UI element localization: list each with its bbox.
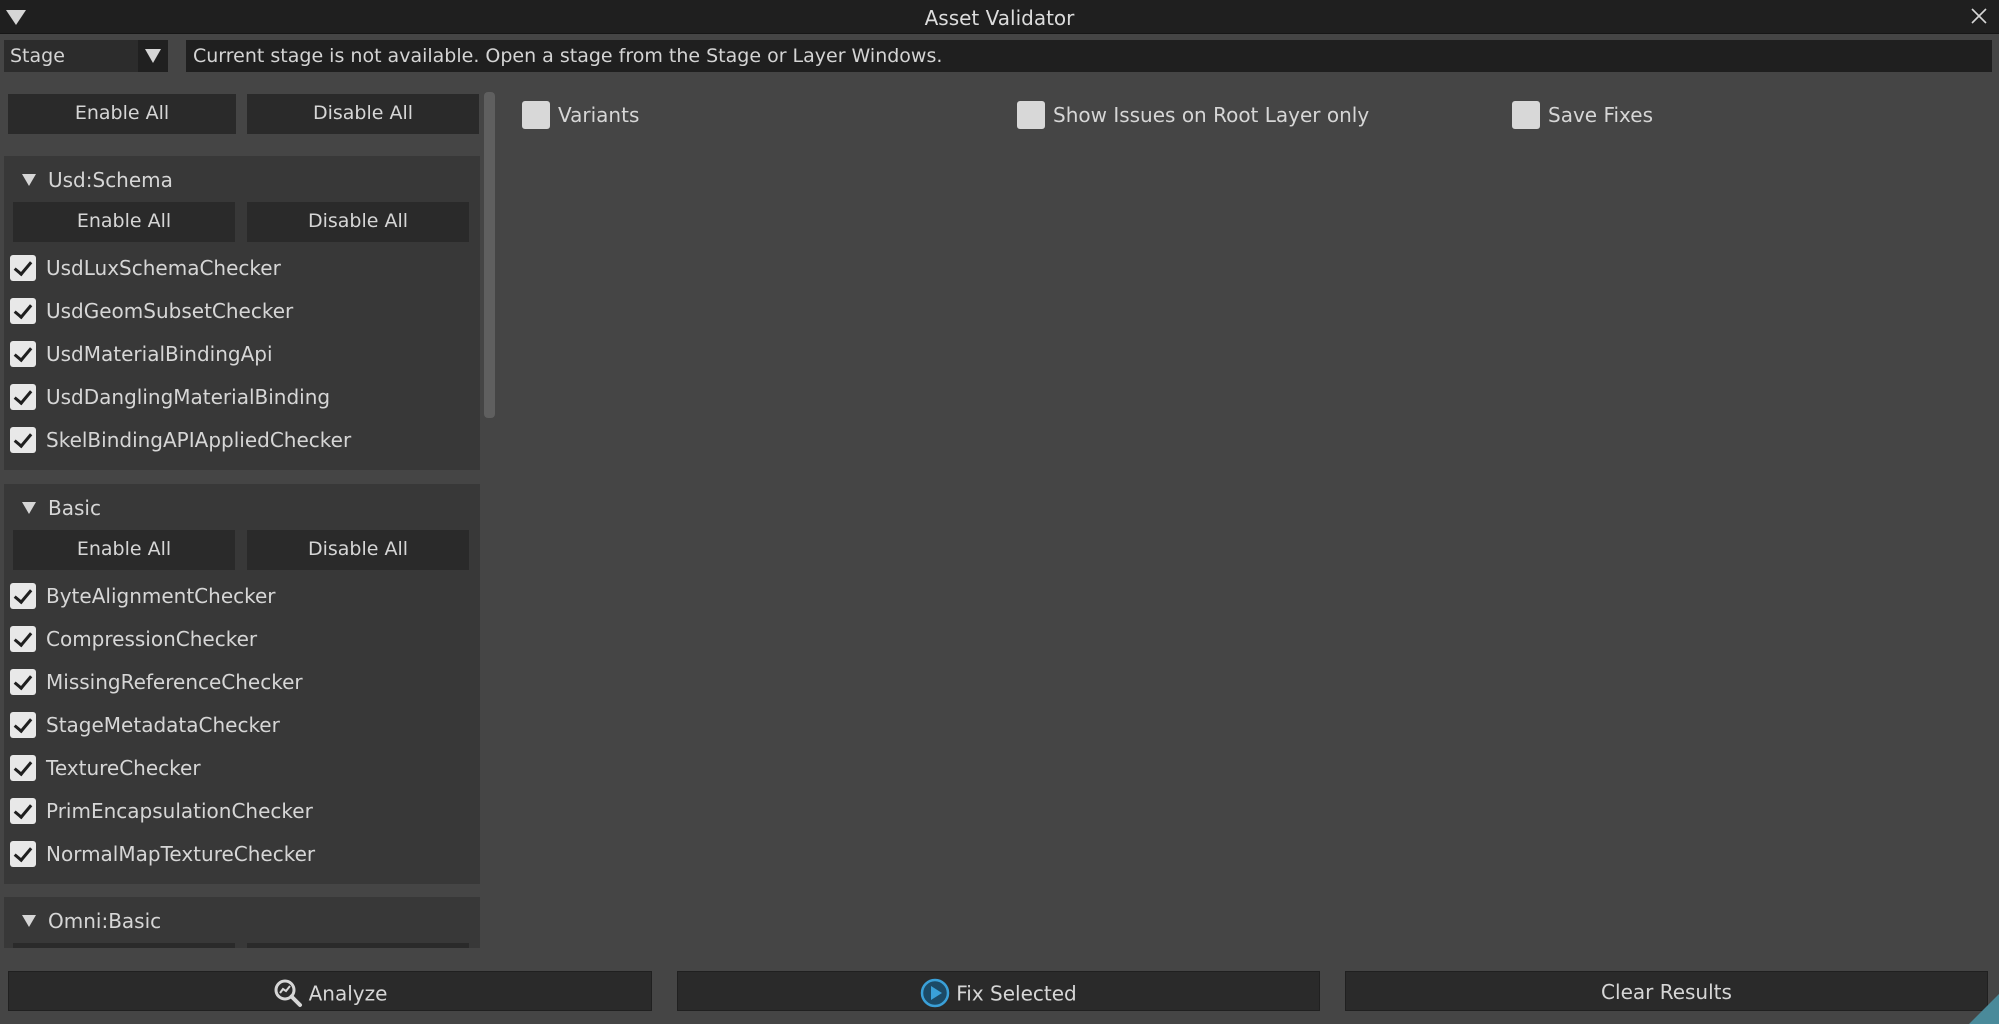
variants-label: Variants <box>558 103 640 127</box>
checkmark-icon <box>13 428 33 449</box>
checkbox[interactable] <box>10 384 36 410</box>
save-fixes-checkbox[interactable] <box>1512 101 1540 129</box>
checkbox[interactable] <box>10 798 36 824</box>
checker-item[interactable]: UsdLuxSchemaChecker <box>10 251 470 287</box>
section-disable-all-button[interactable]: Disable All <box>247 202 469 242</box>
save-fixes-label: Save Fixes <box>1548 103 1653 127</box>
stage-message-field[interactable]: Current stage is not available. Open a s… <box>186 40 1992 72</box>
vertical-scrollbar[interactable] <box>484 92 495 418</box>
checkmark-icon <box>13 256 33 277</box>
section-enable-all-button[interactable]: Enable All <box>13 530 235 570</box>
checkbox[interactable] <box>10 626 36 652</box>
checker-label: UsdMaterialBindingApi <box>46 342 273 366</box>
section-header-basic[interactable]: Basic <box>4 484 480 534</box>
window-title: Asset Validator <box>924 6 1075 30</box>
root-layer-label: Show Issues on Root Layer only <box>1053 103 1370 127</box>
collapse-triangle-icon[interactable] <box>22 915 36 927</box>
section-enable-all-button[interactable] <box>13 943 235 948</box>
section-disable-all-button[interactable]: Disable All <box>247 530 469 570</box>
checker-label: StageMetadataChecker <box>46 713 280 737</box>
checker-item[interactable]: UsdGeomSubsetChecker <box>10 294 470 330</box>
collapse-triangle-icon[interactable] <box>22 502 36 514</box>
analyze-label: Analyze <box>308 981 388 1006</box>
checker-item[interactable]: ByteAlignmentChecker <box>10 579 470 615</box>
chevron-down-icon[interactable] <box>138 40 168 72</box>
checkbox[interactable] <box>10 755 36 781</box>
checker-label: UsdGeomSubsetChecker <box>46 299 294 323</box>
section-title: Omni:Basic <box>48 909 162 933</box>
checker-item[interactable]: CompressionChecker <box>10 622 470 658</box>
checkbox[interactable] <box>10 255 36 281</box>
variants-checkbox[interactable] <box>522 101 550 129</box>
section-title: Basic <box>48 496 101 520</box>
clear-results-label: Clear Results <box>1601 980 1732 1004</box>
disable-all-button[interactable]: Disable All <box>247 94 479 134</box>
section-basic: Basic Enable All Disable All ByteAlignme… <box>4 484 480 884</box>
checker-label: NormalMapTextureChecker <box>46 842 316 866</box>
close-icon[interactable] <box>1969 6 1989 26</box>
analyze-icon <box>274 979 302 1007</box>
analyze-button[interactable]: Analyze <box>8 971 652 1011</box>
checker-item[interactable]: SkelBindingAPIAppliedChecker <box>10 423 470 459</box>
collapse-triangle-icon[interactable] <box>22 174 36 186</box>
clear-results-button[interactable]: Clear Results <box>1345 971 1988 1011</box>
checker-label: TextureChecker <box>46 756 201 780</box>
checkbox[interactable] <box>10 712 36 738</box>
checker-item[interactable]: UsdMaterialBindingApi <box>10 337 470 373</box>
root-layer-checkbox[interactable] <box>1017 101 1045 129</box>
checkmark-icon <box>13 385 33 406</box>
stage-dropdown[interactable]: Stage <box>4 40 168 72</box>
checker-item[interactable]: StageMetadataChecker <box>10 708 470 744</box>
checker-label: CompressionChecker <box>46 627 258 651</box>
section-header-omni-basic[interactable]: Omni:Basic <box>4 897 480 947</box>
checkmark-icon <box>13 299 33 320</box>
section-usd-schema: Usd:Schema Enable All Disable All UsdLux… <box>4 156 480 470</box>
checkmark-icon <box>13 756 33 777</box>
section-header-usd-schema[interactable]: Usd:Schema <box>4 156 480 206</box>
checkmark-icon <box>13 842 33 863</box>
checkbox[interactable] <box>10 583 36 609</box>
checker-list-panel: Enable All Disable All Usd:Schema Enable… <box>4 86 480 948</box>
checkmark-icon <box>13 342 33 363</box>
section-omni-basic: Omni:Basic <box>4 897 480 948</box>
play-icon <box>921 978 950 1008</box>
checker-label: ByteAlignmentChecker <box>46 584 276 608</box>
checkmark-icon <box>13 713 33 734</box>
checkbox[interactable] <box>10 841 36 867</box>
checker-label: SkelBindingAPIAppliedChecker <box>46 428 352 452</box>
section-enable-all-button[interactable]: Enable All <box>13 202 235 242</box>
checkbox[interactable] <box>10 669 36 695</box>
enable-all-button[interactable]: Enable All <box>8 94 236 134</box>
checkmark-icon <box>13 584 33 605</box>
checker-label: UsdDanglingMaterialBinding <box>46 385 331 409</box>
checker-item[interactable]: PrimEncapsulationChecker <box>10 794 470 830</box>
checkmark-icon <box>13 799 33 820</box>
resize-grip-icon[interactable] <box>1969 994 1999 1024</box>
checker-item[interactable]: UsdDanglingMaterialBinding <box>10 380 470 416</box>
checkmark-icon <box>13 627 33 648</box>
fix-selected-label: Fix Selected <box>956 981 1077 1006</box>
checkbox[interactable] <box>10 427 36 453</box>
checker-label: PrimEncapsulationChecker <box>46 799 313 823</box>
checkmark-icon <box>13 670 33 691</box>
checker-item[interactable]: MissingReferenceChecker <box>10 665 470 701</box>
checker-item[interactable]: TextureChecker <box>10 751 470 787</box>
stage-dropdown-value: Stage <box>10 45 65 67</box>
checker-label: UsdLuxSchemaChecker <box>46 256 281 280</box>
checkbox[interactable] <box>10 298 36 324</box>
title-bar: Asset Validator <box>0 0 1999 34</box>
checkbox[interactable] <box>10 341 36 367</box>
section-title: Usd:Schema <box>48 168 173 192</box>
fix-selected-button[interactable]: Fix Selected <box>677 971 1320 1011</box>
checker-item[interactable]: NormalMapTextureChecker <box>10 837 470 873</box>
section-disable-all-button[interactable] <box>247 943 469 948</box>
checker-label: MissingReferenceChecker <box>46 670 303 694</box>
